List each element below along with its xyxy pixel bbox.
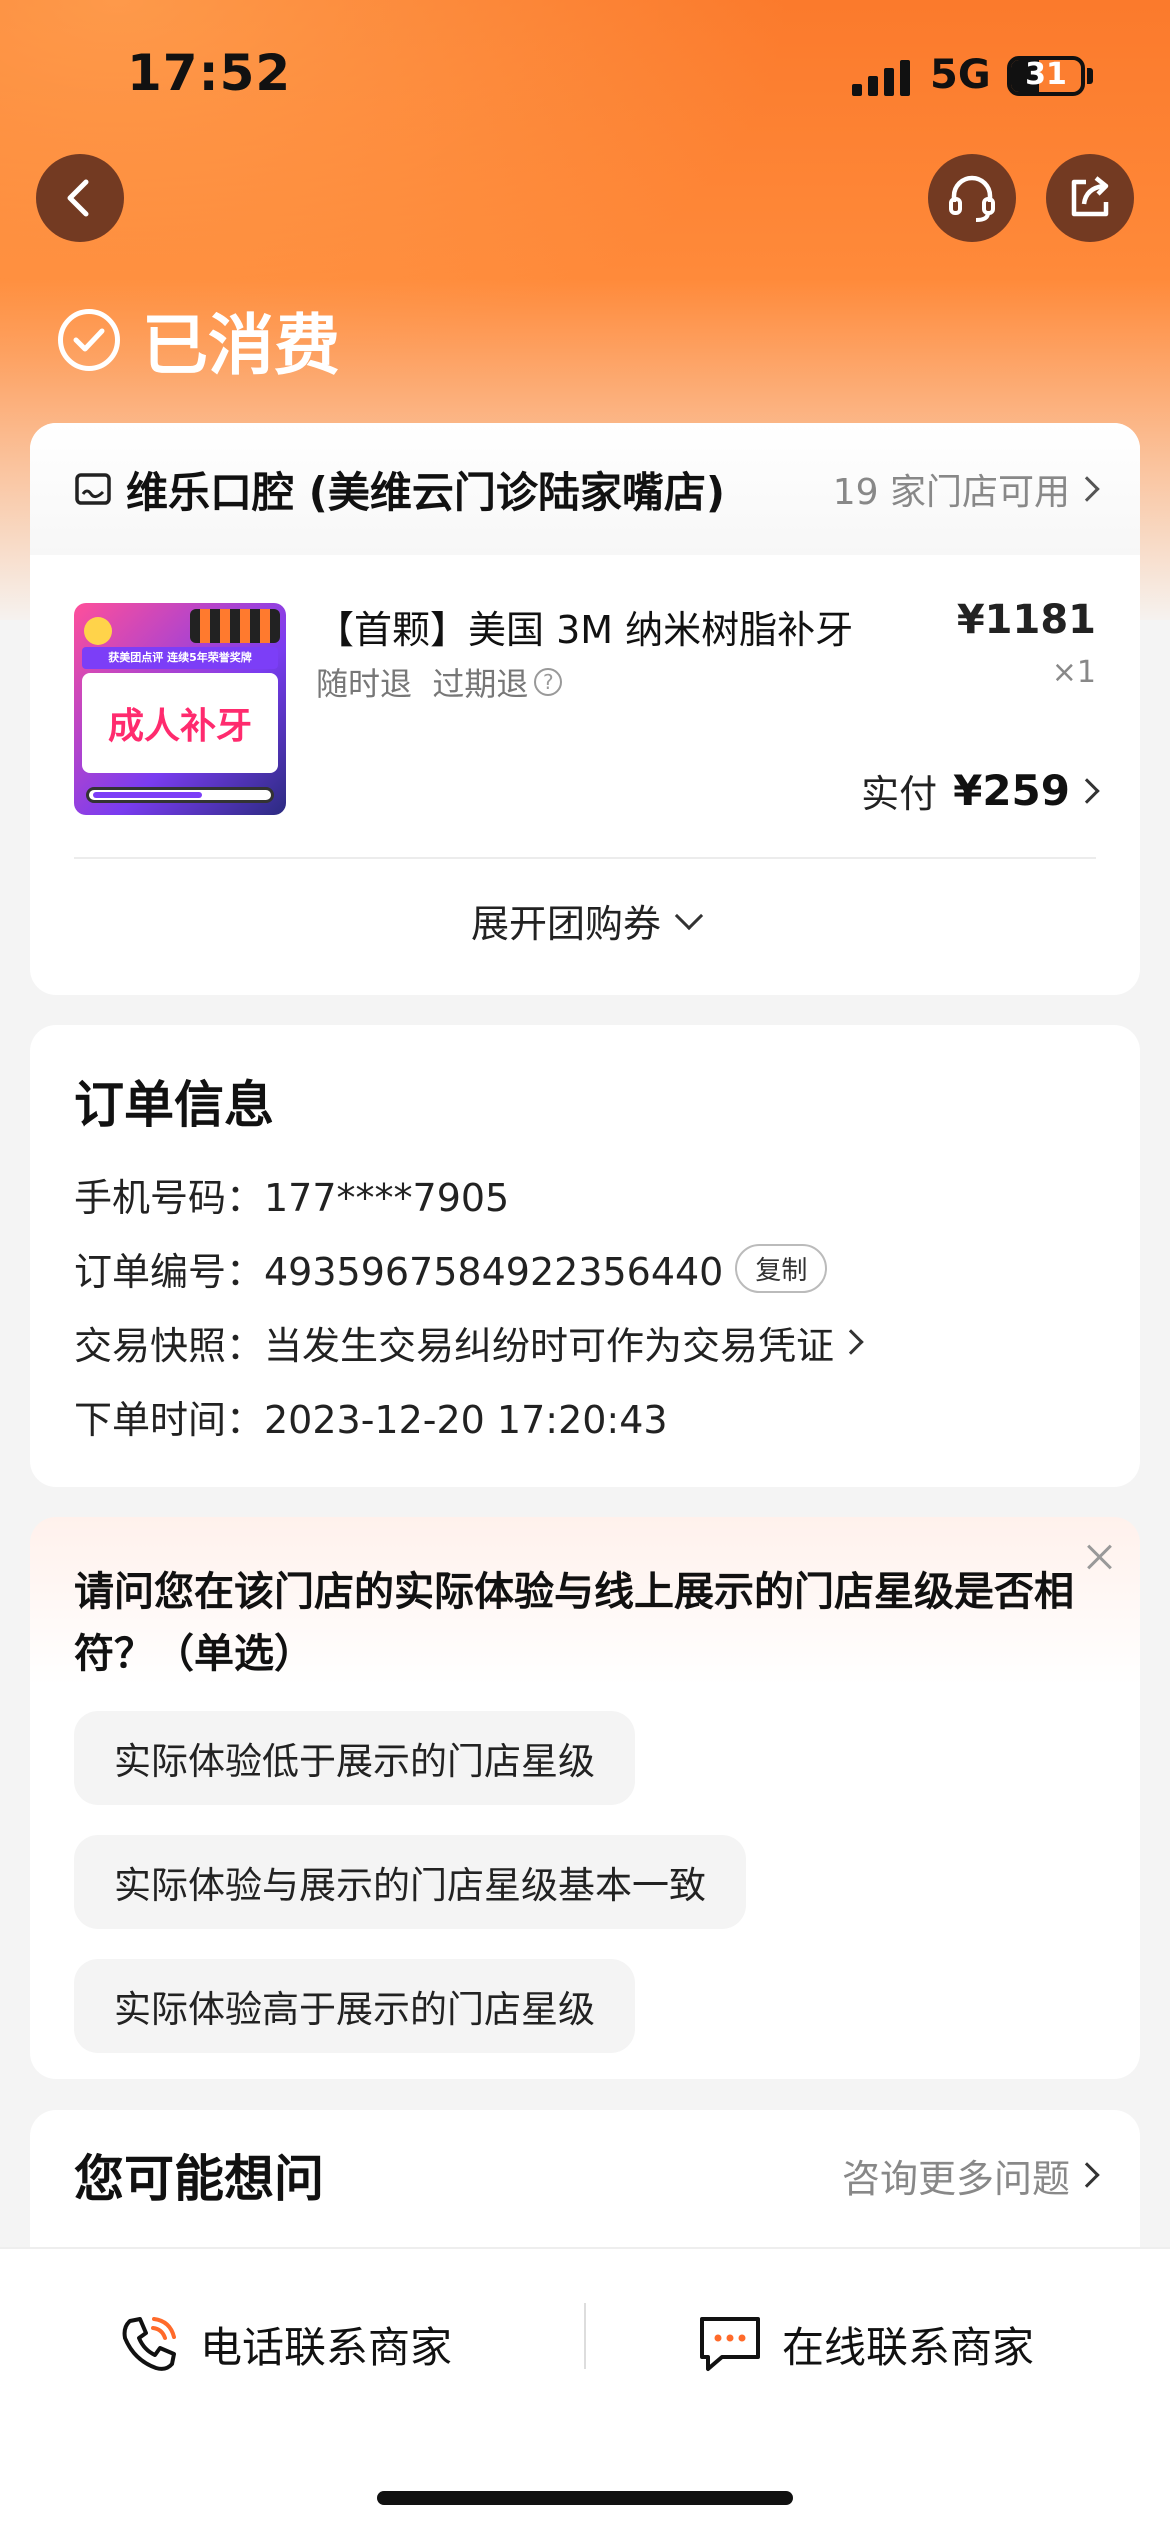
survey-option-lower[interactable]: 实际体验低于展示的门店星级 — [74, 1711, 635, 1805]
chat-icon — [700, 2317, 760, 2371]
stores-available-label: 19 家门店可用 — [832, 472, 1070, 513]
refund-tags: 随时退 过期退 ? — [316, 659, 563, 705]
status-time: 17:52 — [127, 44, 292, 102]
online-contact-button[interactable]: 在线联系商家 — [696, 2311, 1034, 2377]
status-title: 已消费 — [142, 307, 340, 384]
expand-coupons-button[interactable]: 展开团购券 — [30, 893, 1140, 948]
faq-title: 您可能想问 — [74, 2150, 324, 2208]
divider — [74, 857, 1096, 859]
chevron-right-icon — [1074, 476, 1100, 502]
battery-tip — [1087, 68, 1093, 84]
phone-icon — [122, 2317, 176, 2371]
order-snapshot-link[interactable]: 交易快照：当发生交易纠纷时可作为交易凭证 — [74, 1319, 1096, 1368]
product-quantity: ×1 — [1051, 655, 1096, 690]
battery-icon: 31 — [1007, 56, 1085, 96]
chevron-right-icon — [1074, 2162, 1100, 2188]
store-icon — [75, 473, 111, 505]
copy-button[interactable]: 复制 — [735, 1243, 828, 1293]
thumb-text: 成人补牙 — [107, 706, 252, 747]
chevron-down-icon — [674, 901, 704, 930]
order-time: 下单时间：2023-12-20 17:20:43 — [74, 1397, 668, 1442]
order-number-row: 订单编号：4935967584922356440 复制 — [74, 1243, 1096, 1294]
survey-card: 请问您在该门店的实际体验与线上展示的门店星级是否相符？（单选） 实际体验低于展示… — [30, 1517, 1140, 2079]
order-number: 订单编号：4935967584922356440 — [74, 1249, 724, 1294]
order-phone: 手机号码：177****7905 — [74, 1175, 510, 1220]
phone-contact-label: 电话联系商家 — [200, 2322, 453, 2372]
survey-option-higher[interactable]: 实际体验高于展示的门店星级 — [74, 1959, 635, 2053]
expand-label: 展开团购券 — [470, 902, 661, 946]
chevron-right-icon — [1074, 777, 1100, 804]
product-title[interactable]: 【首颗】美国 3M 纳米树脂补牙 — [316, 599, 853, 654]
decorative-stripes — [190, 609, 280, 643]
close-icon[interactable] — [1080, 1537, 1120, 1577]
store-header[interactable]: 维乐口腔 (美维云门诊陆家嘴店) 19 家门店可用 — [30, 423, 1140, 555]
store-card: 维乐口腔 (美维云门诊陆家嘴店) 19 家门店可用 获美团点评 连续5年荣誉奖牌… — [30, 423, 1140, 995]
paid-amount-link[interactable]: 实付 ¥259 — [861, 763, 1100, 818]
help-icon[interactable]: ? — [534, 668, 563, 696]
survey-option-same[interactable]: 实际体验与展示的门店星级基本一致 — [74, 1835, 746, 1929]
store-name: 维乐口腔 (美维云门诊陆家嘴店) — [126, 467, 726, 517]
faq-more-label: 咨询更多问题 — [841, 2156, 1070, 2201]
order-status: 已消费 — [58, 292, 340, 388]
share-icon — [1071, 176, 1109, 217]
product-thumbnail[interactable]: 获美团点评 连续5年荣誉奖牌 成人补牙 — [74, 603, 286, 815]
chevron-left-icon — [67, 179, 89, 217]
online-contact-label: 在线联系商家 — [782, 2322, 1035, 2372]
order-info-card: 订单信息 手机号码：177****7905 订单编号：4935967584922… — [30, 1025, 1140, 1487]
order-info-title: 订单信息 — [74, 1076, 274, 1134]
home-indicator[interactable] — [377, 2491, 793, 2505]
paid-label: 实付 — [861, 772, 938, 816]
refund-tags-label: 随时退 过期退 — [316, 665, 529, 703]
share-button[interactable] — [1046, 154, 1134, 242]
order-snapshot: 交易快照：当发生交易纠纷时可作为交易凭证 — [74, 1323, 835, 1368]
faq-more-link[interactable]: 咨询更多问题 — [841, 2148, 1100, 2203]
smiley-icon — [84, 617, 112, 645]
chevron-right-icon — [838, 1329, 864, 1355]
thumb-progress — [86, 787, 274, 803]
check-circle-icon — [58, 309, 120, 371]
product-price: ¥1181 — [956, 597, 1096, 643]
back-button[interactable] — [36, 154, 124, 242]
thumb-banner: 获美团点评 连续5年荣誉奖牌 — [82, 647, 278, 669]
survey-question: 请问您在该门店的实际体验与线上展示的门店星级是否相符？（单选） — [74, 1569, 1074, 1677]
customer-service-button[interactable] — [928, 154, 1016, 242]
bottom-action-bar: 电话联系商家 在线联系商家 — [0, 2247, 1170, 2532]
paid-amount: ¥259 — [953, 766, 1070, 815]
stores-available-link[interactable]: 19 家门店可用 — [832, 463, 1100, 515]
divider — [584, 2303, 586, 2369]
network-type: 5G — [930, 52, 991, 98]
phone-contact-button[interactable]: 电话联系商家 — [116, 2311, 452, 2377]
battery-level: 31 — [1025, 57, 1067, 92]
headset-icon — [949, 175, 995, 222]
signal-icon — [852, 60, 912, 96]
